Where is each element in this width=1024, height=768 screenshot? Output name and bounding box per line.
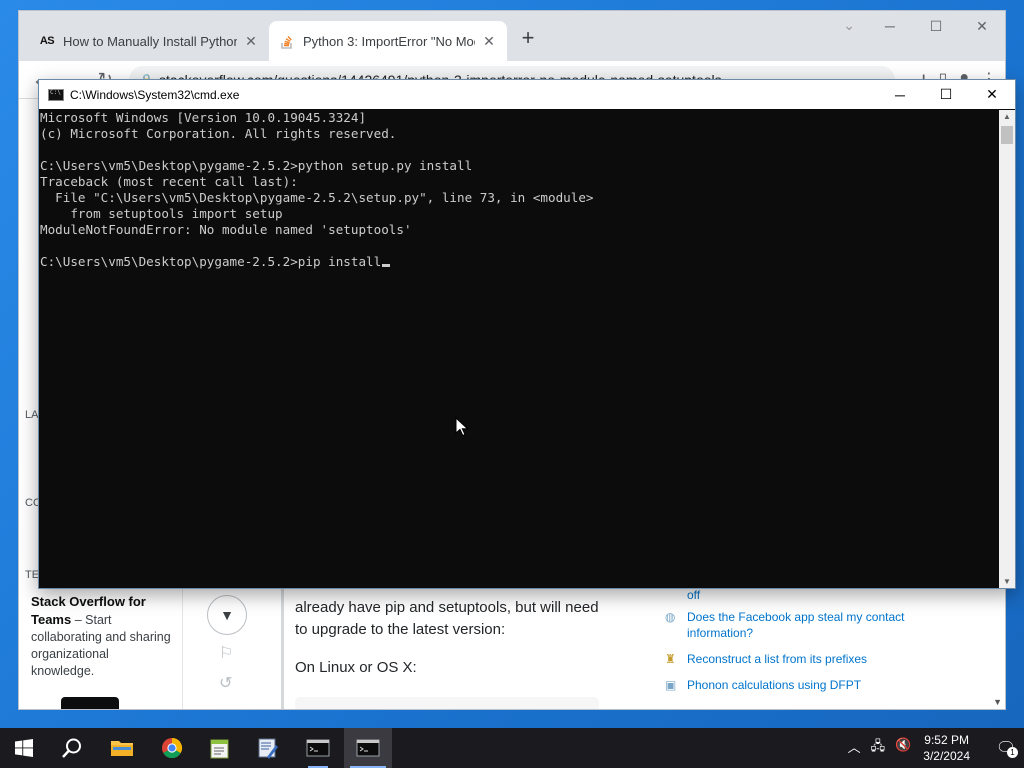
close-button[interactable]: ✕ <box>959 11 1005 41</box>
list-item[interactable]: ▣ Phonon calculations using DFPT <box>665 677 965 693</box>
file-explorer-button[interactable] <box>98 728 146 768</box>
file-explorer-icon <box>111 741 133 756</box>
code-block <box>295 697 599 709</box>
tray-icons: ︿ 🖧 🔇 <box>848 737 912 759</box>
console-line: Microsoft Windows [Version 10.0.19045.33… <box>40 110 367 125</box>
notification-badge: 1 <box>1007 747 1018 758</box>
cmd-titlebar[interactable]: C:\Windows\System32\cmd.exe ─ ☐ ✕ <box>39 80 1015 109</box>
tab-strip: AS How to Manually Install Python P ✕ Py… <box>19 11 1005 61</box>
bookmark-icon[interactable]: ⚐ <box>219 643 233 663</box>
stackoverflow-icon <box>279 33 295 49</box>
console-line: File "C:\Users\vm5\Desktop\pygame-2.5.2\… <box>40 190 594 205</box>
text-cursor <box>382 264 391 267</box>
console-line: (c) Microsoft Corporation. All rights re… <box>40 126 397 141</box>
system-tray: ︿ 🖧 🔇 9:52 PM 3/2/2024 🗨 1 <box>848 728 1024 768</box>
question-link[interactable]: off <box>687 587 700 603</box>
new-tab-button[interactable]: + <box>517 25 539 51</box>
start-icon <box>15 739 33 757</box>
console-output[interactable]: Microsoft Windows [Version 10.0.19045.33… <box>40 110 999 588</box>
close-icon[interactable]: ✕ <box>243 33 259 50</box>
python-editor-icon <box>258 738 278 759</box>
scroll-up-icon[interactable]: ▲ <box>1003 112 1011 121</box>
minimize-button[interactable]: ─ <box>877 80 923 109</box>
scroll-down-icon[interactable]: ▼ <box>1003 577 1011 586</box>
chrome-button[interactable] <box>148 728 196 768</box>
so-left-label: TE <box>25 569 40 581</box>
notepad-plus-button[interactable] <box>196 728 244 768</box>
python-editor-button[interactable] <box>244 728 292 768</box>
list-item[interactable]: ◍ Does the Facebook app steal my contact… <box>665 609 965 641</box>
chrome-window-controls: ─ ☐ ✕ <box>867 11 1005 41</box>
start-button[interactable] <box>0 728 48 768</box>
chevron-up-icon[interactable]: ︿ <box>848 737 861 759</box>
window-title: C:\Windows\System32\cmd.exe <box>70 87 240 102</box>
taskbar: ︿ 🖧 🔇 9:52 PM 3/2/2024 🗨 1 <box>0 728 1024 768</box>
question-link[interactable]: Does the Facebook app steal my contact i… <box>687 609 965 641</box>
question-link[interactable]: Phonon calculations using DFPT <box>687 677 861 693</box>
cmd-taskbar-button[interactable] <box>294 728 342 768</box>
scroll-thumb[interactable] <box>1001 126 1013 144</box>
tab-title: Python 3: ImportError "No Modu <box>303 33 475 49</box>
cmd-window[interactable]: C:\Windows\System32\cmd.exe ─ ☐ ✕ Micros… <box>38 79 1016 589</box>
close-icon[interactable]: ✕ <box>481 33 497 50</box>
mouse-pointer-icon <box>455 417 469 437</box>
as-favicon-icon: AS <box>39 35 55 47</box>
answer-body: already have pip and setuptools, but wil… <box>295 597 615 695</box>
site-icon: ♜ <box>665 652 676 666</box>
cmd-icon <box>306 739 330 757</box>
tab-install-python[interactable]: AS How to Manually Install Python P ✕ <box>29 21 269 61</box>
scroll-down-icon[interactable]: ▼ <box>993 697 1002 707</box>
network-icon[interactable]: 🖧 <box>871 737 886 759</box>
maximize-button[interactable]: ☐ <box>923 80 969 109</box>
vote-down-button[interactable]: ▼ <box>207 595 247 635</box>
teams-promo: Stack Overflow for Teams – Start collabo… <box>31 593 171 680</box>
chrome-icon <box>162 737 183 759</box>
tab-search-chevron-icon[interactable]: ⌄ <box>843 17 855 34</box>
search-icon <box>62 738 81 758</box>
console-scrollbar[interactable]: ▲ ▼ <box>999 110 1015 588</box>
prompt-line[interactable]: C:\Users\vm5\Desktop\pygame-2.5.2>pip in… <box>40 254 999 270</box>
question-link[interactable]: Reconstruct a list from its prefixes <box>687 651 867 667</box>
volume-muted-icon[interactable]: 🔇 <box>895 737 911 759</box>
teams-logo <box>61 697 119 709</box>
list-item[interactable]: ♜ Reconstruct a list from its prefixes <box>665 651 965 667</box>
action-center-button[interactable]: 🗨 1 <box>988 728 1024 768</box>
site-icon <box>665 587 687 603</box>
so-left-label: LA <box>25 409 39 421</box>
search-button[interactable] <box>48 728 96 768</box>
close-button[interactable]: ✕ <box>969 80 1015 109</box>
console-line: from setuptools import setup <box>40 206 283 221</box>
site-icon: ◍ <box>665 610 676 624</box>
clock-date: 3/2/2024 <box>923 749 970 763</box>
tab-python3-importerror[interactable]: Python 3: ImportError "No Modu ✕ <box>269 21 507 61</box>
console-line: C:\Users\vm5\Desktop\pygame-2.5.2>python… <box>40 158 473 173</box>
maximize-button[interactable]: ☐ <box>913 11 959 41</box>
answer-paragraph: already have pip and setuptools, but wil… <box>295 599 599 638</box>
hot-network-questions: off ◍ Does the Facebook app steal my con… <box>665 587 965 703</box>
tab-title: How to Manually Install Python P <box>63 33 237 49</box>
cmd-app-icon <box>48 88 64 101</box>
cmd-icon <box>356 739 380 757</box>
site-icon: ▣ <box>665 678 677 692</box>
minimize-button[interactable]: ─ <box>867 11 913 41</box>
console-line: ModuleNotFoundError: No module named 'se… <box>40 222 412 237</box>
cmd-taskbar-button-active[interactable] <box>344 728 392 768</box>
list-item[interactable]: off <box>665 587 965 603</box>
notepad-plus-icon <box>210 739 229 759</box>
history-icon[interactable]: ↺ <box>219 673 232 693</box>
prompt-input[interactable]: C:\Users\vm5\Desktop\pygame-2.5.2>pip in… <box>40 254 381 269</box>
cmd-window-controls: ─ ☐ ✕ <box>877 80 1015 109</box>
answer-paragraph: On Linux or OS X: <box>295 659 417 676</box>
taskbar-clock[interactable]: 9:52 PM 3/2/2024 <box>923 732 970 764</box>
console-line: Traceback (most recent call last): <box>40 174 298 189</box>
clock-time: 9:52 PM <box>924 733 969 747</box>
